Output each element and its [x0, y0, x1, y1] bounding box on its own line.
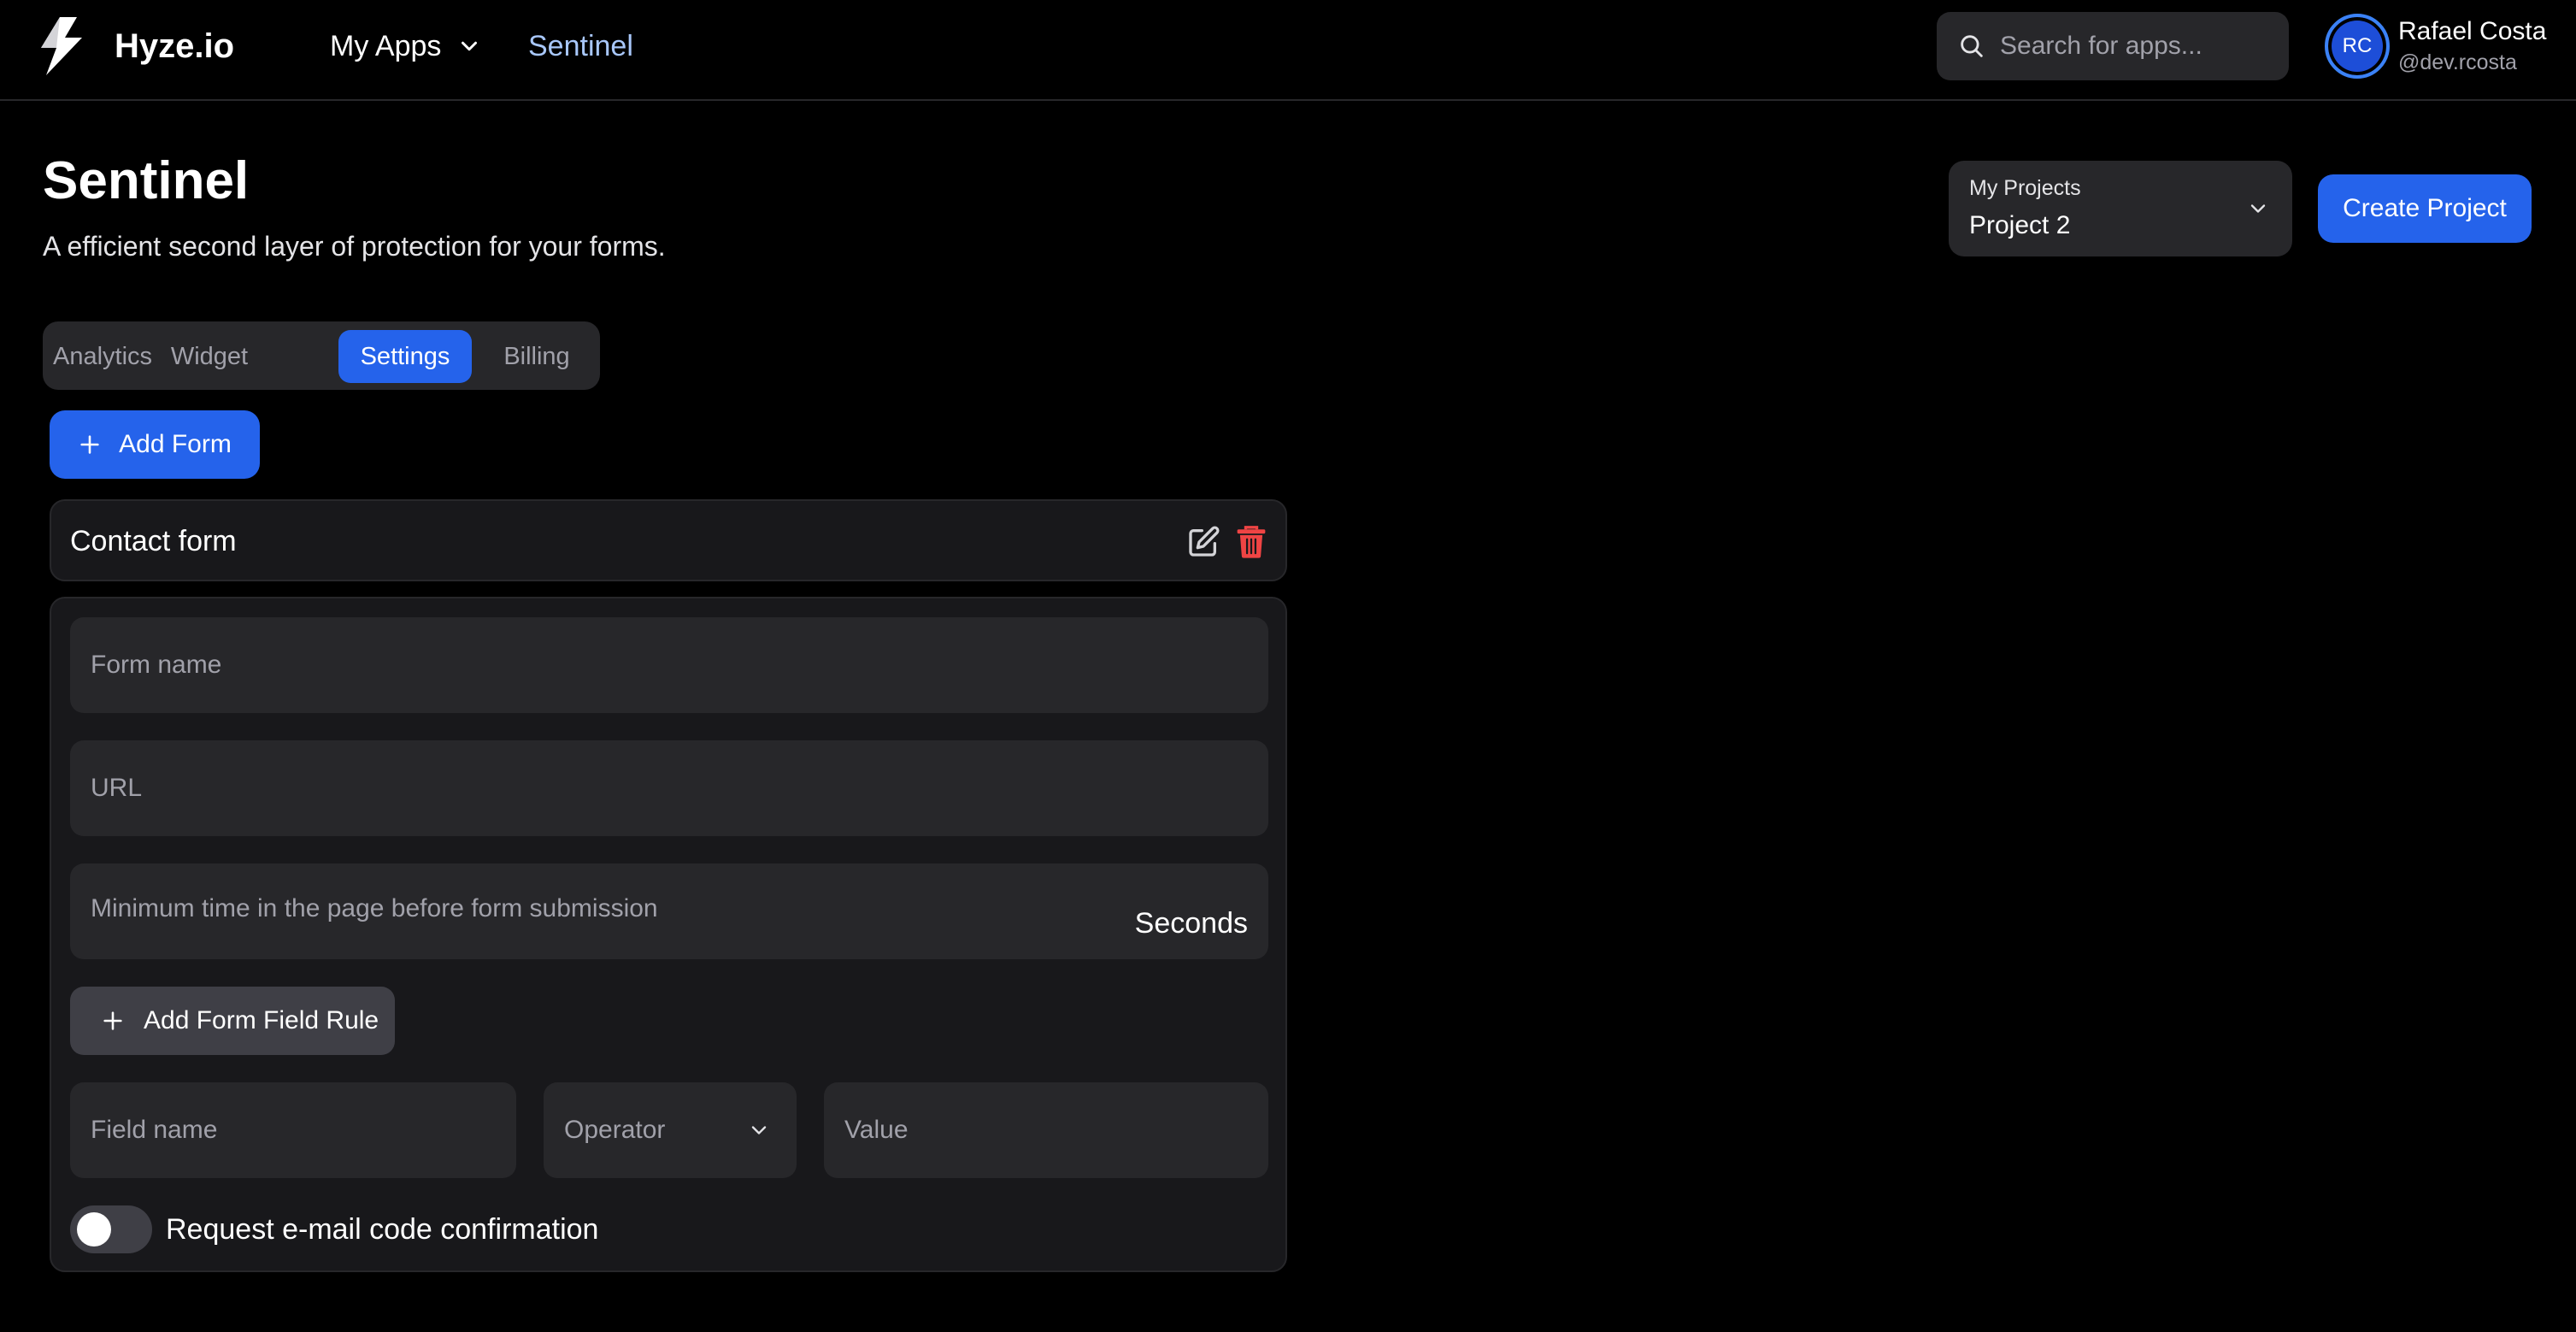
operator-select-placeholder: Operator: [564, 1116, 666, 1144]
min-time-suffix: Seconds: [1134, 907, 1248, 940]
toggle-knob: [77, 1212, 111, 1247]
search-input[interactable]: [2000, 32, 2273, 61]
top-nav: Hyze.io My Apps Sentinel RC Rafael Costa…: [0, 0, 2576, 101]
url-field[interactable]: [70, 740, 1268, 836]
page: Hyze.io My Apps Sentinel RC Rafael Costa…: [0, 0, 2576, 1332]
form-name-field[interactable]: [70, 617, 1268, 713]
add-form-button[interactable]: Add Form: [50, 410, 260, 479]
app-search[interactable]: [1937, 12, 2289, 80]
field-name-input[interactable]: [91, 1082, 492, 1178]
search-icon: [1961, 35, 1983, 57]
value-field[interactable]: [824, 1082, 1268, 1178]
tab-widget[interactable]: Widget: [164, 330, 255, 383]
form-title: Contact form: [70, 525, 237, 557]
project-select-label: My Projects: [1969, 176, 2081, 200]
operator-select[interactable]: Operator: [544, 1082, 797, 1178]
min-time-field[interactable]: Seconds: [70, 863, 1268, 959]
plus-icon: [103, 1011, 122, 1030]
tab-settings[interactable]: Settings: [338, 330, 472, 383]
chevron-down-icon: [462, 41, 478, 51]
tab-bar: Analytics Widget Settings Billing: [43, 321, 600, 390]
page-subtitle: A efficient second layer of protection f…: [43, 231, 666, 262]
my-apps-label: My Apps: [330, 30, 442, 62]
tab-analytics[interactable]: Analytics: [53, 330, 152, 383]
my-apps-menu[interactable]: My Apps: [330, 26, 482, 67]
create-project-button[interactable]: Create Project: [2318, 174, 2532, 243]
field-name-field[interactable]: [70, 1082, 516, 1178]
edit-icon[interactable]: [1186, 525, 1220, 559]
add-form-label: Add Form: [119, 430, 232, 458]
user-name: Rafael Costa: [2398, 17, 2547, 45]
user-handle: @dev.rcosta: [2398, 50, 2517, 74]
plus-icon: [80, 435, 99, 454]
page-title: Sentinel: [43, 151, 250, 210]
chevron-down-icon: [751, 1126, 767, 1135]
value-input[interactable]: [844, 1082, 1246, 1178]
brand-name[interactable]: Hyze.io: [115, 26, 234, 67]
form-name-input[interactable]: [91, 617, 1244, 713]
url-input[interactable]: [91, 740, 1244, 836]
project-select-value: Project 2: [1969, 211, 2071, 239]
avatar[interactable]: RC: [2325, 14, 2390, 79]
email-confirmation-toggle[interactable]: [70, 1205, 152, 1253]
trash-icon[interactable]: [1236, 525, 1267, 559]
add-form-field-rule-label: Add Form Field Rule: [144, 1006, 379, 1034]
tab-billing[interactable]: Billing: [485, 330, 588, 383]
form-card-header[interactable]: Contact form: [50, 499, 1287, 581]
form-card-body: Seconds Add Form Field Rule Operator Req…: [50, 597, 1287, 1272]
lightning-logo-icon[interactable]: [34, 15, 89, 77]
project-select[interactable]: My Projects Project 2: [1949, 161, 2292, 256]
chevron-down-icon: [2250, 204, 2266, 213]
email-confirmation-label: Request e-mail code confirmation: [166, 1213, 599, 1246]
add-form-field-rule-button[interactable]: Add Form Field Rule: [70, 987, 395, 1055]
min-time-input[interactable]: [91, 894, 1099, 923]
nav-link-sentinel[interactable]: Sentinel: [528, 26, 633, 67]
